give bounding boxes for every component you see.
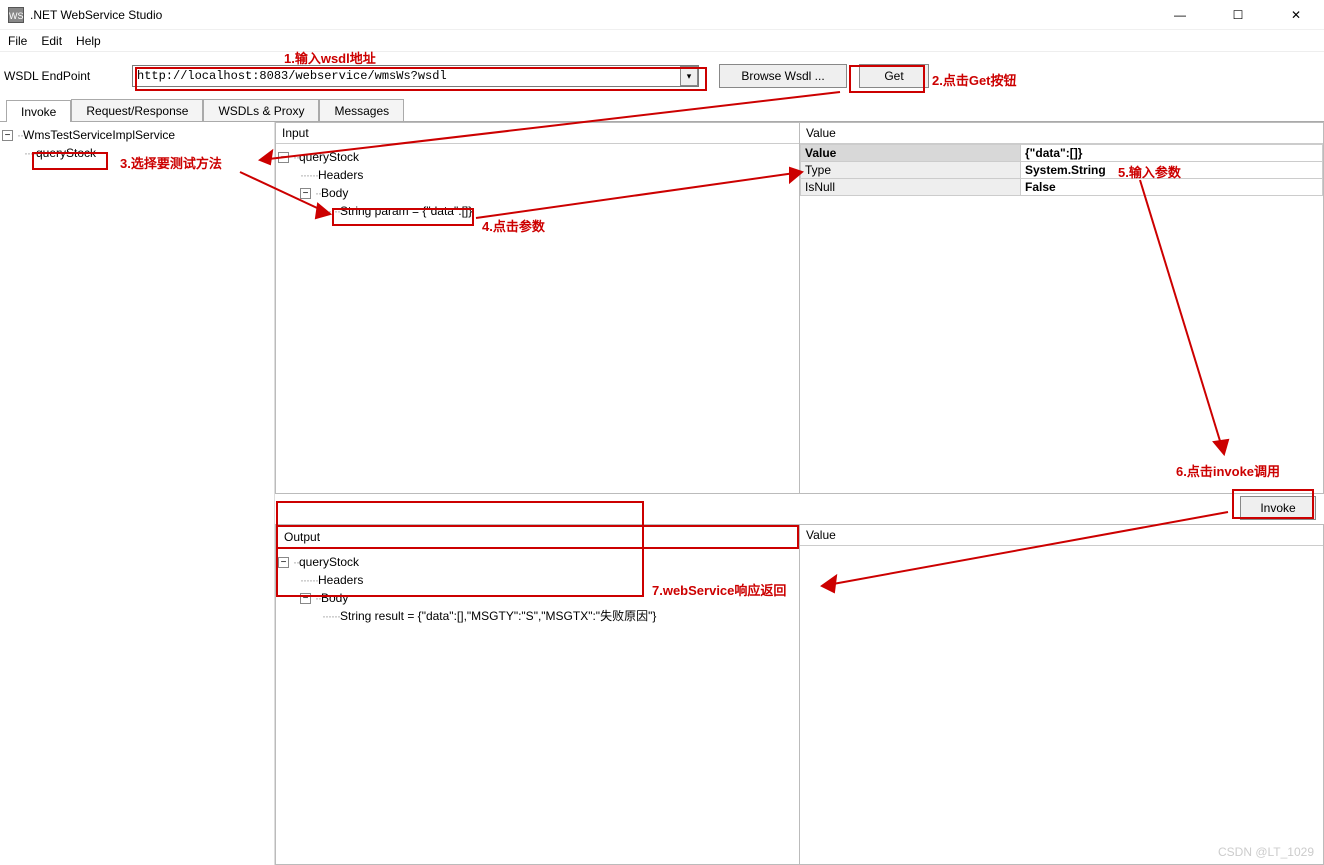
menu-file[interactable]: File: [8, 34, 27, 48]
invoke-bar: Invoke: [275, 494, 1324, 524]
window-title: .NET WebService Studio: [30, 8, 1160, 22]
tab-wsdls-proxy[interactable]: WSDLs & Proxy: [203, 99, 319, 121]
tab-request-response[interactable]: Request/Response: [71, 99, 203, 121]
input-headers[interactable]: ······Headers: [278, 166, 797, 184]
titlebar: WS .NET WebService Studio — ☐ ✕: [0, 0, 1324, 30]
collapse-icon[interactable]: −: [2, 130, 13, 141]
output-headers[interactable]: ······Headers: [278, 571, 797, 589]
menubar: File Edit Help: [0, 30, 1324, 52]
app-icon: WS: [8, 7, 24, 23]
collapse-icon[interactable]: −: [278, 557, 289, 568]
output-result[interactable]: ······String result = {"data":[],"MSGTY"…: [278, 607, 797, 625]
collapse-icon[interactable]: −: [300, 188, 311, 199]
get-button[interactable]: Get: [859, 64, 929, 88]
prop-row-isnull[interactable]: IsNullFalse: [801, 179, 1323, 196]
value-panel: Value Value{"data":[]} TypeSystem.String…: [799, 122, 1324, 494]
endpoint-dropdown-icon[interactable]: ▾: [680, 66, 698, 86]
endpoint-label: WSDL EndPoint: [2, 69, 132, 83]
tab-messages[interactable]: Messages: [319, 99, 404, 121]
input-param[interactable]: ······String param = {"data":[]}: [278, 202, 797, 220]
method-node[interactable]: ····queryStock: [2, 144, 272, 162]
output-panel: Output −··queryStock ······Headers −··Bo…: [275, 524, 800, 865]
bottom-value-panel: Value: [799, 524, 1324, 865]
workarea: −··WmsTestServiceImplService ····querySt…: [0, 122, 1324, 865]
toolbar: WSDL EndPoint ▾ Browse Wsdl ... Get: [0, 52, 1324, 98]
value-panel-title: Value: [800, 123, 1323, 144]
browse-wsdl-button[interactable]: Browse Wsdl ...: [719, 64, 847, 88]
input-body[interactable]: −··Body: [278, 184, 797, 202]
close-button[interactable]: ✕: [1276, 8, 1316, 22]
maximize-button[interactable]: ☐: [1218, 8, 1258, 22]
menu-help[interactable]: Help: [76, 34, 101, 48]
endpoint-input[interactable]: [132, 65, 699, 87]
watermark: CSDN @LT_1029: [1218, 845, 1314, 859]
service-tree-pane: −··WmsTestServiceImplService ····querySt…: [0, 122, 275, 865]
input-root[interactable]: −··queryStock: [278, 148, 797, 166]
tabstrip: Invoke Request/Response WSDLs & Proxy Me…: [0, 98, 1324, 122]
invoke-button[interactable]: Invoke: [1240, 496, 1316, 520]
property-grid: Value{"data":[]} TypeSystem.String IsNul…: [800, 144, 1323, 196]
menu-edit[interactable]: Edit: [41, 34, 62, 48]
collapse-icon[interactable]: −: [300, 593, 311, 604]
bottom-value-panel-title: Value: [800, 525, 1323, 546]
window-controls: — ☐ ✕: [1160, 8, 1316, 22]
tab-invoke[interactable]: Invoke: [6, 100, 71, 122]
collapse-icon[interactable]: −: [278, 152, 289, 163]
service-node[interactable]: −··WmsTestServiceImplService: [2, 126, 272, 144]
output-panel-title: Output: [276, 525, 799, 549]
right-pane: Input −··queryStock ······Headers −··Bod…: [275, 122, 1324, 865]
minimize-button[interactable]: —: [1160, 8, 1200, 22]
input-panel: Input −··queryStock ······Headers −··Bod…: [275, 122, 800, 494]
output-body[interactable]: −··Body: [278, 589, 797, 607]
prop-row-type[interactable]: TypeSystem.String: [801, 162, 1323, 179]
input-panel-title: Input: [276, 123, 799, 144]
output-root[interactable]: −··queryStock: [278, 553, 797, 571]
prop-row-value[interactable]: Value{"data":[]}: [801, 145, 1323, 162]
